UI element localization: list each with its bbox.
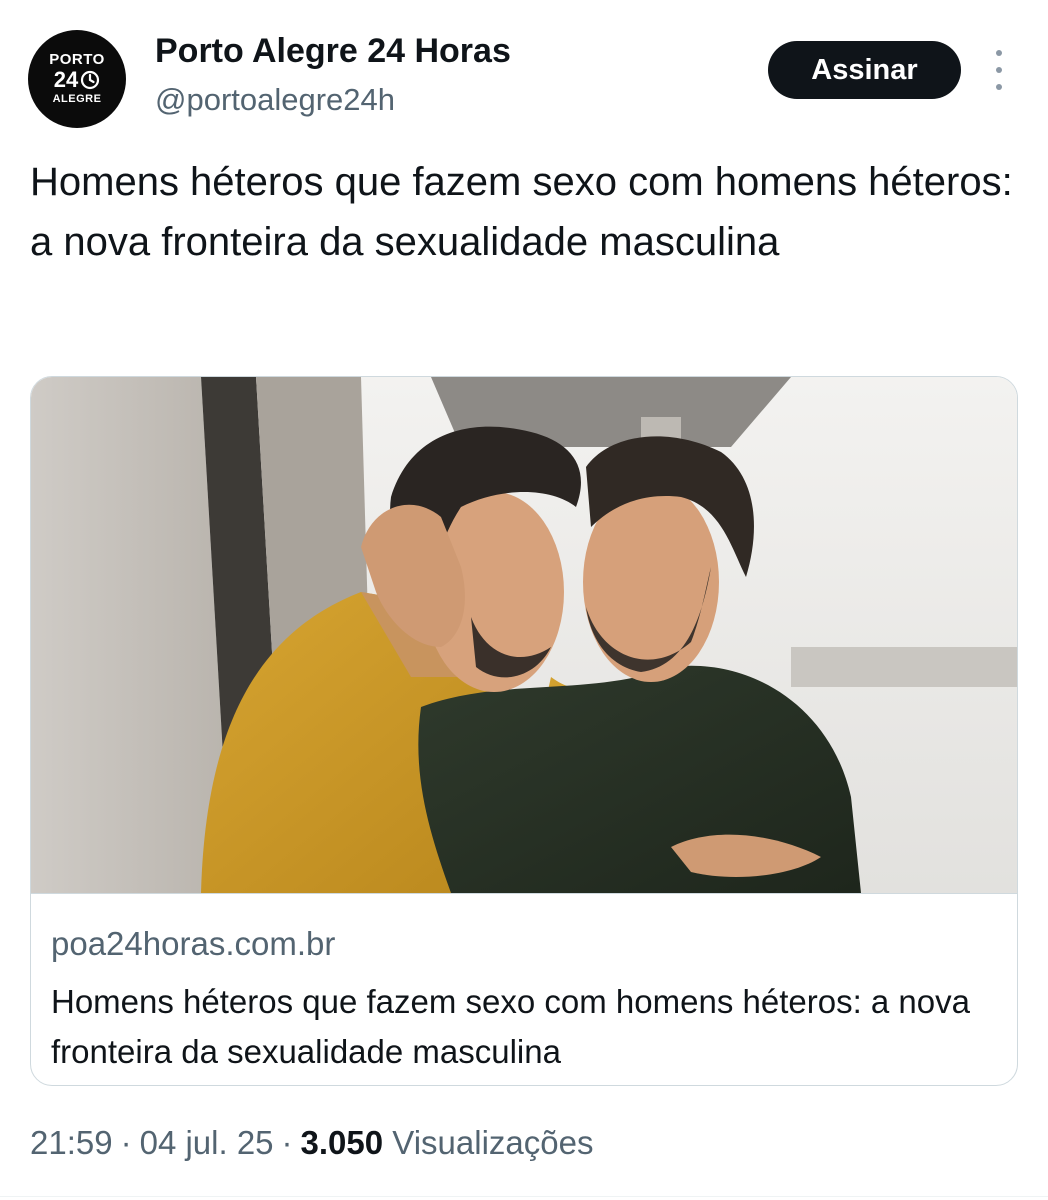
clock-icon: [81, 70, 100, 90]
author-name[interactable]: Porto Alegre 24 Horas: [155, 32, 511, 71]
subscribe-button[interactable]: Assinar: [768, 41, 961, 99]
divider: [0, 1196, 1048, 1197]
views-label[interactable]: Visualizações: [392, 1124, 593, 1161]
link-card-title[interactable]: Homens héteros que fazem sexo com homens…: [51, 977, 991, 1077]
tweet-text: Homens héteros que fazem sexo com homens…: [30, 160, 1013, 264]
link-card-divider: [31, 893, 1017, 894]
avatar-text-alegre: ALEGRE: [52, 93, 102, 105]
meta-separator: ·: [281, 1124, 293, 1161]
author-handle[interactable]: @portoalegre24h: [155, 82, 395, 118]
tweet-time[interactable]: 21:59: [30, 1124, 113, 1161]
views-count[interactable]: 3.050: [301, 1124, 384, 1161]
tweet-date[interactable]: 04 jul. 25: [140, 1124, 274, 1161]
tweet-meta: 21:59 · 04 jul. 25 · 3.050 Visualizações: [30, 1124, 593, 1162]
avatar-text-24: 24: [53, 67, 79, 92]
link-card-image[interactable]: [31, 377, 1018, 893]
meta-separator: ·: [120, 1124, 132, 1161]
link-card-domain[interactable]: poa24horas.com.br: [51, 925, 335, 963]
avatar[interactable]: PORTO 24 ALEGRE: [28, 30, 126, 128]
link-card[interactable]: poa24horas.com.br Homens héteros que faz…: [30, 376, 1018, 1086]
avatar-text-porto: PORTO: [49, 51, 105, 68]
tweet-header: PORTO 24 ALEGRE Porto Alegre 24 Horas @p…: [0, 0, 1048, 140]
more-vertical-icon[interactable]: [988, 50, 1010, 90]
